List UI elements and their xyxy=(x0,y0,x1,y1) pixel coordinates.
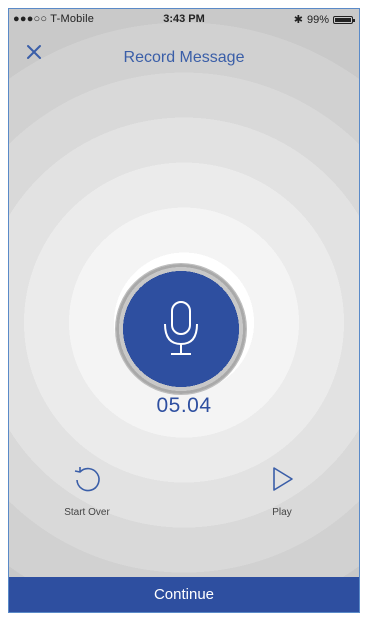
start-over-label: Start Over xyxy=(64,507,110,518)
battery-fill xyxy=(335,17,351,22)
battery-percent: 99% xyxy=(306,13,329,26)
play-label: Play xyxy=(272,507,292,518)
play-icon xyxy=(273,467,293,491)
phone-screen: ●●●○○ T-Mobile 3:43 PM ✱ 99% Record Mess… xyxy=(8,8,360,613)
continue-button[interactable]: Continue xyxy=(9,577,359,612)
microphone-icon xyxy=(164,301,198,355)
bluetooth-icon: ✱ xyxy=(293,14,303,26)
battery-icon xyxy=(333,15,355,24)
record-button[interactable] xyxy=(116,264,246,394)
nav-bar: Record Message xyxy=(9,31,359,75)
start-over-button[interactable]: Start Over xyxy=(42,463,132,518)
page-title: Record Message xyxy=(123,49,245,66)
play-button[interactable]: Play xyxy=(237,463,327,518)
status-bar: ●●●○○ T-Mobile 3:43 PM ✱ 99% xyxy=(9,9,359,29)
restart-icon xyxy=(74,467,100,492)
recording-timer: 05.04 xyxy=(156,394,212,417)
battery-status: ✱ 99% xyxy=(293,13,355,26)
